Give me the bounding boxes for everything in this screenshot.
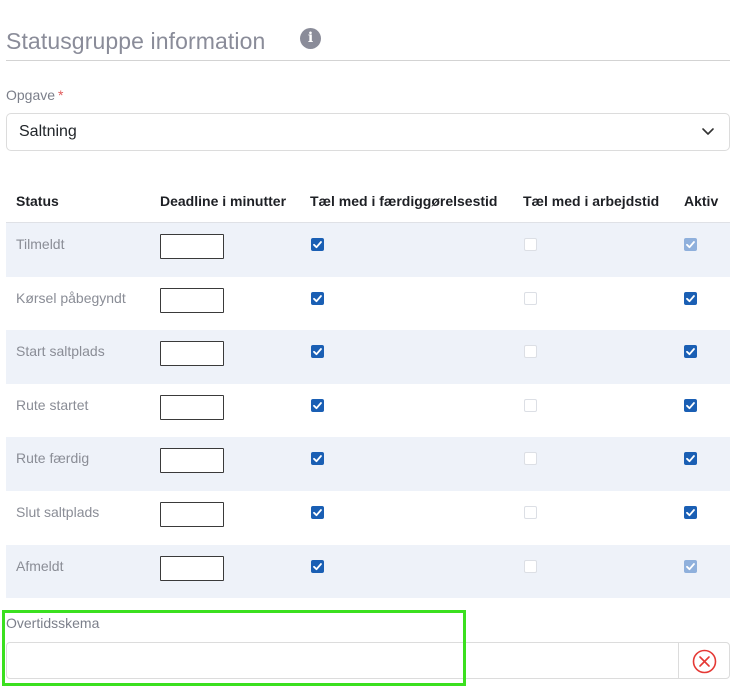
opgave-label: Opgave *	[6, 87, 64, 103]
info-icon[interactable]: i	[300, 28, 321, 49]
status-name: Tilmeldt	[16, 236, 65, 252]
status-name: Afmeldt	[16, 557, 64, 574]
completion-checkbox[interactable]	[311, 505, 324, 519]
worktime-checkbox	[524, 398, 537, 412]
table-row: Afmeldt	[6, 544, 730, 599]
status-name: Kørsel påbegyndt	[16, 289, 126, 306]
deadline-input[interactable]	[160, 555, 224, 581]
deadline-input[interactable]	[160, 501, 224, 527]
chevron-down-icon	[702, 128, 714, 135]
worktime-checkbox	[524, 291, 537, 305]
status-name: Slut saltplads	[16, 503, 100, 520]
overtid-label: Overtidsskema	[6, 615, 100, 631]
worktime-checkbox	[524, 559, 537, 573]
active-checkbox[interactable]	[684, 345, 697, 359]
status-name: Start saltplads	[16, 343, 105, 360]
opgave-select-value: Saltning	[19, 123, 77, 140]
header-active: Aktiv	[684, 193, 719, 209]
completion-checkbox[interactable]	[311, 452, 324, 466]
active-checkbox	[684, 238, 697, 251]
status-name: Rute færdig	[16, 450, 90, 467]
active-checkbox[interactable]	[684, 505, 697, 519]
deadline-input[interactable]	[160, 341, 224, 367]
deadline-input[interactable]	[160, 287, 224, 313]
completion-checkbox[interactable]	[311, 559, 324, 573]
deadline-input[interactable]	[160, 394, 224, 420]
active-checkbox[interactable]	[684, 291, 697, 305]
opgave-select[interactable]: Saltning	[6, 113, 730, 151]
deadline-input[interactable]	[160, 448, 224, 474]
required-marker: *	[58, 87, 64, 103]
active-checkbox[interactable]	[684, 452, 697, 466]
header-completion: Tæl med i færdiggørelsestid	[310, 193, 498, 209]
active-checkbox[interactable]	[684, 398, 697, 412]
worktime-checkbox	[524, 505, 537, 519]
section-header: Statusgruppe information i	[6, 24, 730, 61]
close-circle-icon	[692, 649, 717, 674]
completion-checkbox[interactable]	[311, 398, 324, 412]
status-table: Status Deadline i minutter Tæl med i fær…	[6, 180, 730, 599]
overtid-select[interactable]	[6, 642, 678, 679]
completion-checkbox[interactable]	[311, 345, 324, 359]
table-row: Rute færdig	[6, 437, 730, 491]
opgave-label-text: Opgave	[6, 87, 56, 103]
header-worktime: Tæl med i arbejdstid	[523, 193, 660, 209]
page-title: Statusgruppe information	[6, 28, 266, 54]
worktime-checkbox	[524, 345, 537, 359]
completion-checkbox[interactable]	[311, 291, 324, 305]
table-row: Rute startet	[6, 384, 730, 438]
active-checkbox	[684, 559, 697, 573]
header-deadline: Deadline i minutter	[160, 193, 287, 209]
completion-checkbox[interactable]	[311, 238, 324, 251]
header-status: Status	[16, 193, 59, 209]
table-body: Tilmeldt Kørsel påbegyndt Start saltplads R…	[6, 223, 730, 599]
deadline-input[interactable]	[160, 234, 224, 259]
worktime-checkbox	[524, 452, 537, 466]
table-header: Status Deadline i minutter Tæl med i fær…	[6, 180, 730, 223]
table-row: Kørsel påbegyndt	[6, 277, 730, 331]
clear-button[interactable]	[678, 642, 730, 679]
table-row: Start saltplads	[6, 330, 730, 384]
table-row: Slut saltplads	[6, 491, 730, 545]
status-name: Rute startet	[16, 396, 89, 413]
table-row: Tilmeldt	[6, 223, 730, 277]
worktime-checkbox	[524, 238, 537, 251]
